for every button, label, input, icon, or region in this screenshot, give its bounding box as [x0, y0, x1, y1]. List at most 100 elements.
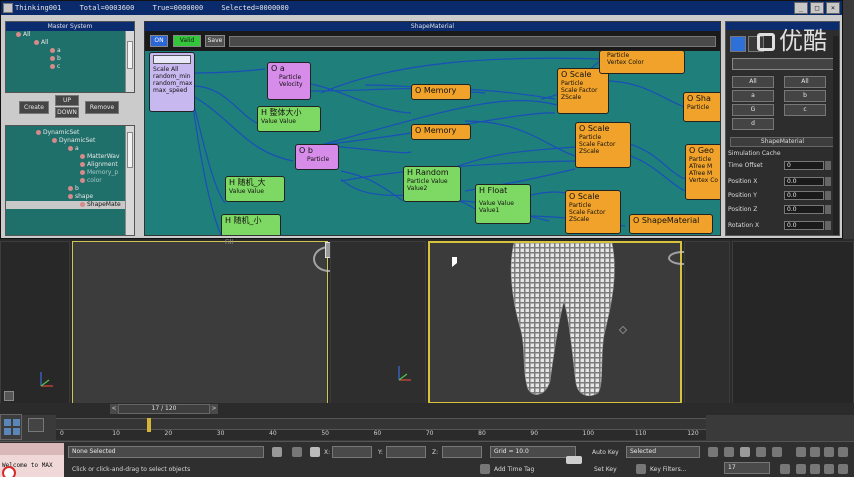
- node-graph-panel[interactable]: ShapeMaterial ON Valid Save Scale All ra…: [144, 21, 721, 236]
- time-tag-icon[interactable]: [480, 464, 490, 474]
- timeline-ruler[interactable]: 0 10 20 30 40 50 60 70 80 90 100 110 120: [56, 414, 706, 440]
- group-b-button[interactable]: b: [784, 90, 826, 102]
- tree-item[interactable]: b: [6, 185, 127, 193]
- zoom-all-icon[interactable]: [810, 447, 820, 457]
- node-shapematerial[interactable]: O ShapeMaterial: [629, 214, 713, 234]
- time-next-button[interactable]: >: [210, 404, 218, 414]
- node-random-small[interactable]: H 随机_小: [221, 214, 281, 235]
- tree-item[interactable]: color: [6, 177, 127, 185]
- particle-view-icon[interactable]: [730, 36, 746, 52]
- tree-item[interactable]: All: [6, 39, 127, 47]
- node-memory-2[interactable]: O Memory: [411, 124, 471, 140]
- node-geometry-right[interactable]: O Geo Particle ATree M ATree M Vertex Co: [685, 144, 720, 200]
- node-memory-1[interactable]: O Memory: [411, 84, 471, 100]
- spinner-arrows[interactable]: [825, 161, 831, 170]
- zoom-extents-icon[interactable]: [824, 447, 834, 457]
- dynamic-set-tree[interactable]: DynamicSet DynamicSet a MatterWav Alignm…: [6, 126, 127, 235]
- go-to-start-icon[interactable]: [708, 447, 718, 457]
- orbit-icon[interactable]: [810, 464, 820, 474]
- y-coordinate-input[interactable]: [386, 446, 426, 458]
- absolute-mode-icon[interactable]: [310, 447, 320, 457]
- current-frame-input[interactable]: 17: [724, 462, 770, 474]
- group-a-button[interactable]: a: [732, 90, 774, 102]
- lock-icon[interactable]: [272, 447, 282, 457]
- tree-item[interactable]: Memory_p: [6, 169, 127, 177]
- key-filters-icon[interactable]: [636, 464, 646, 474]
- create-button[interactable]: Create: [19, 101, 49, 114]
- selection-lock-icon[interactable]: [292, 447, 302, 457]
- play-icon[interactable]: [740, 447, 750, 457]
- viewport-strip-right[interactable]: [684, 241, 730, 404]
- node-scale-2[interactable]: O Scale Particle Scale Factor ZScale: [575, 122, 631, 168]
- group-g-button[interactable]: G: [732, 104, 774, 116]
- key-icon[interactable]: [566, 456, 582, 464]
- add-time-tag-button[interactable]: Add Time Tag: [494, 466, 534, 473]
- node-scale-3[interactable]: O Scale Particle Scale Factor ZScale: [565, 190, 621, 234]
- tree-item[interactable]: All: [6, 31, 127, 39]
- zoom-icon[interactable]: [796, 447, 806, 457]
- tree-item[interactable]: a: [6, 47, 127, 55]
- key-mode-dropdown[interactable]: Selected: [626, 446, 700, 458]
- position-z-spinner[interactable]: 0.0: [784, 205, 824, 214]
- dynamic-tree-scrollbar[interactable]: [125, 126, 134, 235]
- pan-icon[interactable]: [796, 464, 806, 474]
- graph-name-input[interactable]: [229, 36, 716, 47]
- shapematerial-rollout[interactable]: ShapeMaterial: [730, 137, 835, 147]
- rotation-x-spinner[interactable]: 0.0: [784, 221, 824, 230]
- viewport-perspective[interactable]: [428, 241, 698, 404]
- position-y-spinner[interactable]: 0.0: [784, 191, 824, 200]
- command-panel-scrollbar[interactable]: [833, 36, 839, 235]
- scroll-thumb[interactable]: [127, 132, 133, 168]
- node-float[interactable]: H Float Value Value Value1: [475, 184, 531, 224]
- node-size[interactable]: H 整体大小 Value Value: [257, 106, 321, 132]
- node-output-top[interactable]: Particle Vertex Color: [599, 50, 685, 74]
- time-marker[interactable]: [147, 418, 151, 432]
- spinner-arrows[interactable]: [825, 221, 831, 230]
- set-key-button[interactable]: Set Key: [594, 466, 617, 473]
- node-scale-1[interactable]: O Scale Particle Scale Factor ZScale: [557, 68, 609, 114]
- zoom-extents-all-icon[interactable]: [838, 447, 848, 457]
- expand-track-icon[interactable]: [4, 391, 14, 401]
- node-random-big[interactable]: H 随机_大 Value Value: [225, 176, 285, 202]
- viewport-layout-icon[interactable]: [0, 414, 22, 440]
- z-coordinate-input[interactable]: [442, 446, 482, 458]
- node-shape-right[interactable]: O Sha Particle: [683, 92, 720, 122]
- key-filters-button[interactable]: Key Filters...: [650, 466, 687, 473]
- time-offset-spinner[interactable]: 0: [784, 161, 824, 170]
- valid-button[interactable]: Valid: [173, 35, 201, 47]
- spinner-arrows[interactable]: [825, 177, 831, 186]
- source-node[interactable]: Scale All random_min random_max max_spee…: [149, 52, 195, 112]
- tree-item[interactable]: DynamicSet: [6, 137, 127, 145]
- tree-item-selected[interactable]: ShapeMate: [6, 201, 127, 209]
- on-button[interactable]: ON: [150, 35, 168, 47]
- prev-frame-icon[interactable]: [724, 447, 734, 457]
- node-ob[interactable]: O b Particle: [295, 144, 339, 170]
- group-c-button[interactable]: c: [784, 104, 826, 116]
- field-of-view-icon[interactable]: [824, 464, 834, 474]
- key-mode-toggle-icon[interactable]: [780, 464, 790, 474]
- minimize-button[interactable]: _: [794, 2, 808, 14]
- viewport-far-right[interactable]: [732, 241, 854, 404]
- node-oa[interactable]: O a Particle Velocity: [267, 62, 311, 100]
- timeline-track[interactable]: [56, 418, 706, 430]
- position-x-spinner[interactable]: 0.0: [784, 177, 824, 186]
- down-button[interactable]: DOWN: [55, 107, 79, 118]
- close-button[interactable]: ×: [826, 2, 840, 14]
- viewport-strip-middle[interactable]: [330, 241, 426, 404]
- tree-item[interactable]: shape: [6, 193, 127, 201]
- remove-button[interactable]: Remove: [85, 101, 119, 114]
- tree-item[interactable]: a: [6, 145, 127, 153]
- time-prev-button[interactable]: <: [110, 404, 118, 414]
- all-button-left[interactable]: All: [732, 76, 774, 88]
- scroll-thumb[interactable]: [127, 41, 133, 69]
- save-button[interactable]: Save: [205, 35, 225, 47]
- window-titlebar[interactable]: Thinking001 Total=0003600 True=0000000 S…: [1, 1, 842, 15]
- tree-item[interactable]: MatterWav: [6, 153, 127, 161]
- tree-item[interactable]: c: [6, 63, 127, 71]
- auto-key-button[interactable]: Auto Key: [592, 449, 619, 456]
- up-button[interactable]: UP: [55, 95, 79, 106]
- track-view-icon[interactable]: [28, 418, 44, 432]
- spinner-arrows[interactable]: [825, 205, 831, 214]
- tree-item[interactable]: b: [6, 55, 127, 63]
- tree-item[interactable]: Alignment: [6, 161, 127, 169]
